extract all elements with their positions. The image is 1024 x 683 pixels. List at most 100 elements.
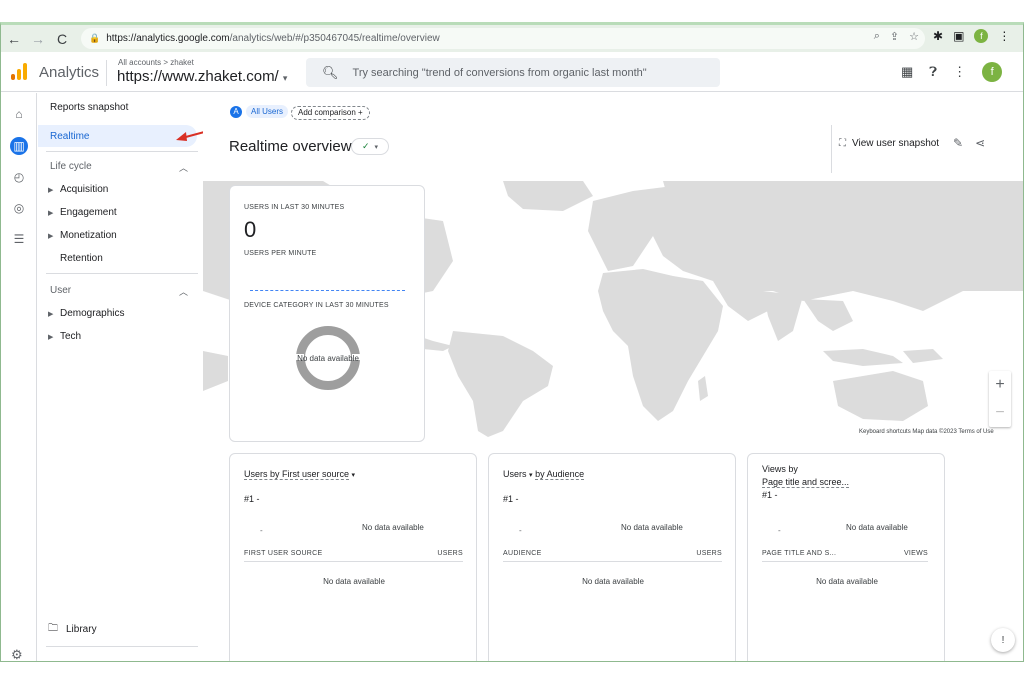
more-vert-icon[interactable]: ⋮ <box>953 64 966 80</box>
device-category-label: DEVICE CATEGORY IN LAST 30 MINUTES <box>244 302 389 309</box>
no-data-text: No data available <box>846 523 908 532</box>
view-snapshot-label: View user snapshot <box>852 138 940 149</box>
profile-icon[interactable]: f <box>974 29 989 43</box>
library-label: Library <box>66 624 97 635</box>
main-content: A All Users Add comparison + Realtime ov… <box>203 93 1023 661</box>
address-bar[interactable]: 🔒 https://analytics.google.com/analytics… <box>81 28 925 49</box>
account-breadcrumb[interactable]: All accounts > zhaket <box>118 58 194 67</box>
avatar[interactable]: f <box>982 62 1003 82</box>
folder-icon: 🗀 <box>48 623 58 634</box>
plus-icon: + <box>358 108 363 117</box>
no-data-text: No data available <box>297 354 359 363</box>
browser-window: ← → C 🔒 https://analytics.google.com/ana… <box>0 22 1024 662</box>
card-page-views: Views by Page title and scree... #1 - - … <box>747 453 945 661</box>
card-title[interactable]: Views by <box>762 464 798 474</box>
card-rank: #1 - <box>244 494 260 504</box>
app-header: Analytics All accounts > zhaket https://… <box>1 52 1023 92</box>
caret-down-icon: ▾ <box>374 143 379 151</box>
sidepanel-icon[interactable]: ▣ <box>953 29 964 43</box>
column-header[interactable]: FIRST USER SOURCE <box>244 550 322 557</box>
sidebar-item-retention[interactable]: Retention <box>60 253 103 264</box>
menu-icon[interactable]: ⋮ <box>998 29 1010 43</box>
admin-gear-icon[interactable]: ⚙ <box>11 647 23 661</box>
sidebar-item-tech[interactable]: ▶ Tech <box>48 331 81 342</box>
star-icon[interactable]: ☆ <box>909 30 919 43</box>
search-placeholder: Try searching "trend of conversions from… <box>352 66 647 79</box>
sidebar-item-label: Tech <box>60 331 82 342</box>
search-bar[interactable]: 🔍︎ Try searching "trend of conversions f… <box>306 58 720 87</box>
section-user[interactable]: User <box>50 285 71 296</box>
explore-icon[interactable]: ◴ <box>10 168 28 186</box>
no-data-text: No data available <box>582 577 644 586</box>
card-title-label: Views by <box>762 464 798 474</box>
status-dropdown[interactable]: ✓ ▾ <box>351 138 389 155</box>
add-comparison-label: Add comparison <box>298 108 356 117</box>
back-icon[interactable]: ← <box>3 28 25 50</box>
no-data-text: No data available <box>323 577 385 586</box>
sidebar-item-acquisition[interactable]: ▶ Acquisition <box>48 184 108 195</box>
column-header[interactable]: VIEWS <box>904 550 928 557</box>
apps-grid-icon[interactable]: ▦ <box>901 64 913 80</box>
zoom-icon[interactable]: ⌕ <box>874 30 880 43</box>
column-header[interactable]: PAGE TITLE AND S... <box>762 550 836 557</box>
view-user-snapshot-button[interactable]: ⛶ View user snapshot <box>839 138 939 149</box>
url-host: https://analytics.google.com <box>106 33 230 44</box>
map-attribution[interactable]: Keyboard shortcuts Map data ©2023 Terms … <box>859 429 994 435</box>
advertising-icon[interactable]: ◎ <box>10 199 28 217</box>
zoom-out-button[interactable]: − <box>989 399 1011 427</box>
caret-right-icon: ▶ <box>48 187 54 194</box>
forward-icon[interactable]: → <box>27 28 49 50</box>
card-title[interactable]: Users by First user source ▾ <box>244 469 356 480</box>
card-title-dimension: by Audience <box>535 469 585 480</box>
sidebar-divider <box>46 151 198 152</box>
collapse-sidebar-icon[interactable]: ‹ <box>176 658 180 661</box>
comparison-letter: A <box>230 105 242 118</box>
chevron-up-icon[interactable]: ︿ <box>179 285 188 298</box>
sidebar-item-engagement[interactable]: ▶ Engagement <box>48 207 117 218</box>
table-header: AUDIENCE USERS <box>503 550 722 562</box>
property-selector[interactable]: https://www.zhaket.com/ ▾ <box>117 68 287 85</box>
sidebar-item-label: Engagement <box>60 207 117 218</box>
page-title: Realtime overview <box>229 138 352 155</box>
caret-right-icon: ▶ <box>48 210 54 217</box>
sidebar-item-library[interactable]: 🗀 Library <box>48 621 97 638</box>
snapshot-icon: ⛶ <box>839 138 846 149</box>
caret-down-icon: ▾ <box>351 472 356 479</box>
column-header[interactable]: AUDIENCE <box>503 550 542 557</box>
caret-down-icon: ▾ <box>282 73 288 83</box>
configure-list-icon[interactable]: ☰ <box>10 230 28 248</box>
add-comparison-button[interactable]: Add comparison + <box>291 106 370 120</box>
card-title[interactable]: Users ▾ by Audience <box>503 469 585 480</box>
column-header[interactable]: USERS <box>696 550 722 557</box>
sidebar-item-label: Monetization <box>60 230 117 241</box>
table-header: PAGE TITLE AND S... VIEWS <box>762 550 928 562</box>
share-icon[interactable]: ⇪ <box>890 30 899 43</box>
zoom-in-button[interactable]: + <box>989 371 1011 399</box>
reload-icon[interactable]: C <box>51 28 73 50</box>
reports-sidebar: Reports snapshot Realtime Life cycle ︿ ▶… <box>38 93 235 661</box>
card-title-label: Users <box>503 469 527 479</box>
caret-down-icon: ▾ <box>529 472 533 479</box>
comparison-chip-all-users[interactable]: A All Users <box>230 105 289 118</box>
header-divider <box>831 125 832 173</box>
app-name: Analytics <box>39 64 100 81</box>
reports-icon[interactable]: ▥ <box>10 137 28 155</box>
card-dash: - <box>519 526 522 535</box>
card-title-dimension[interactable]: Page title and scree... <box>762 477 850 488</box>
sidebar-item-demographics[interactable]: ▶ Demographics <box>48 308 124 319</box>
chevron-up-icon[interactable]: ︿ <box>179 161 188 174</box>
section-life-cycle[interactable]: Life cycle <box>50 161 92 172</box>
share-icon[interactable]: ⋖ <box>975 136 985 150</box>
users-realtime-card: USERS IN LAST 30 MINUTES 0 USERS PER MIN… <box>229 185 425 442</box>
sidebar-item-realtime-label: Realtime <box>50 131 90 142</box>
extensions-icon[interactable]: ✱ <box>933 29 943 43</box>
home-icon[interactable]: ⌂ <box>10 105 28 123</box>
card-title-label: Users by First user source <box>244 469 350 480</box>
sidebar-item-monetization[interactable]: ▶ Monetization <box>48 230 117 241</box>
customize-report-icon[interactable]: ✎ <box>953 136 963 150</box>
search-icon: 🔍︎ <box>322 64 339 80</box>
column-header[interactable]: USERS <box>437 550 463 557</box>
sidebar-item-reports-snapshot[interactable]: Reports snapshot <box>50 102 128 113</box>
feedback-icon[interactable]: ! <box>991 628 1015 652</box>
help-icon[interactable]: ❓︎ <box>929 64 937 80</box>
